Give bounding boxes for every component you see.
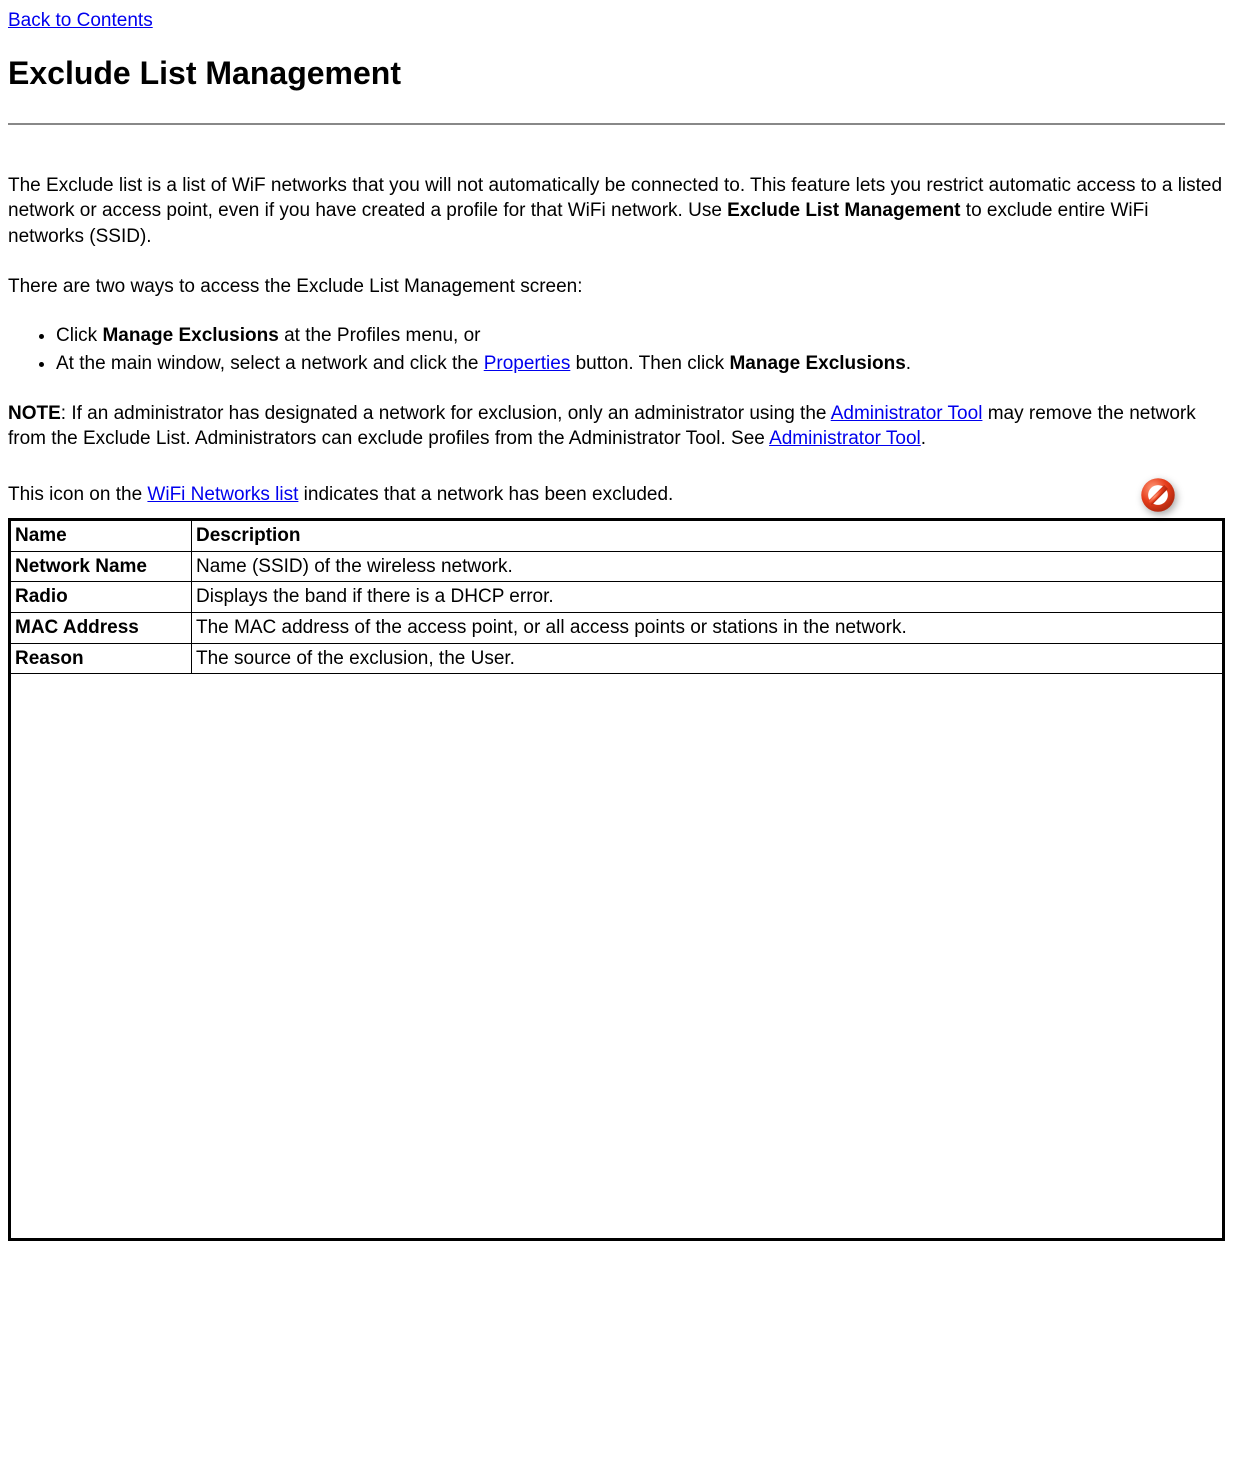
table-cell-name: Network Name [10,551,192,582]
administrator-tool-link-2[interactable]: Administrator Tool [769,428,921,449]
bullet2-post: . [906,353,911,374]
note-part3: . [921,428,926,449]
bullet1-bold: Manage Exclusions [102,325,278,346]
table-cell-name: Reason [10,643,192,674]
page-title: Exclude List Management [8,52,1225,95]
note-paragraph: NOTE: If an administrator has designated… [8,401,1225,452]
exclude-icon [1139,476,1177,514]
icon-description-row: This icon on the WiFi Networks list indi… [8,476,1225,514]
bullet2-bold: Manage Exclusions [729,353,905,374]
intro-paragraph: The Exclude list is a list of WiF networ… [8,173,1225,250]
properties-link[interactable]: Properties [484,353,571,374]
table-row: Radio Displays the band if there is a DH… [10,582,1224,613]
table-cell-name: Radio [10,582,192,613]
table-row: Reason The source of the exclusion, the … [10,643,1224,674]
table-row: Network Name Name (SSID) of the wireless… [10,551,1224,582]
icon-pre: This icon on the [8,484,147,505]
note-part1: : If an administrator has designated a n… [61,403,831,424]
bullet1-pre: Click [56,325,102,346]
table-cell-description: Name (SSID) of the wireless network. [192,551,1224,582]
access-intro: There are two ways to access the Exclude… [8,274,1225,300]
table-cell-description: Displays the band if there is a DHCP err… [192,582,1224,613]
list-item: Click Manage Exclusions at the Profiles … [56,323,1225,349]
divider [8,123,1225,125]
wifi-networks-list-link[interactable]: WiFi Networks list [147,484,298,505]
bullet2-pre: At the main window, select a network and… [56,353,484,374]
table-header-row: Name Description [10,519,1224,551]
table-cell-name: MAC Address [10,612,192,643]
table-spacer-cell [10,674,1224,1240]
access-list: Click Manage Exclusions at the Profiles … [8,323,1225,376]
icon-description-text: This icon on the WiFi Networks list indi… [8,482,673,508]
note-label: NOTE [8,403,61,424]
intro-bold: Exclude List Management [727,200,960,221]
administrator-tool-link-1[interactable]: Administrator Tool [831,403,983,424]
bullet2-mid: button. Then click [570,353,729,374]
table-row: MAC Address The MAC address of the acces… [10,612,1224,643]
definitions-table: Name Description Network Name Name (SSID… [8,518,1225,1241]
table-spacer-row [10,674,1224,1240]
icon-post: indicates that a network has been exclud… [298,484,673,505]
table-header-name: Name [10,519,192,551]
table-cell-description: The MAC address of the access point, or … [192,612,1224,643]
back-to-contents-link[interactable]: Back to Contents [8,10,153,31]
bullet1-post: at the Profiles menu, or [279,325,481,346]
table-header-description: Description [192,519,1224,551]
table-cell-description: The source of the exclusion, the User. [192,643,1224,674]
list-item: At the main window, select a network and… [56,351,1225,377]
